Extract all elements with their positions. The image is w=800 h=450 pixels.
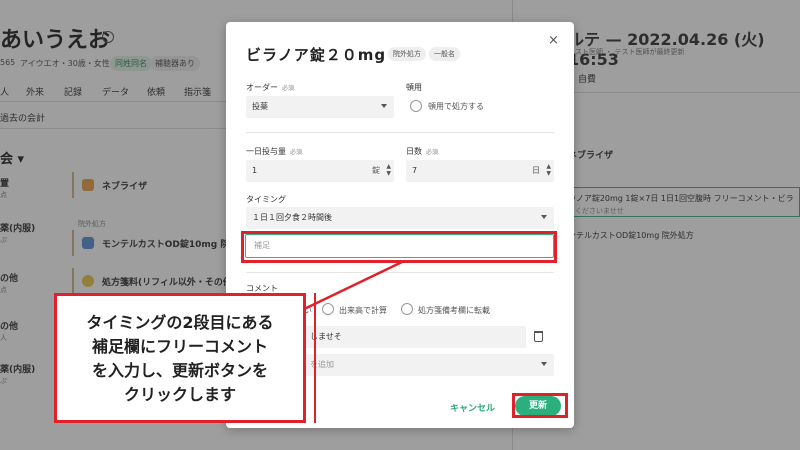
chevron-down-icon xyxy=(381,104,387,108)
prn-option-label: 頓用で処方する xyxy=(428,102,484,111)
instruction-callout: タイミングの2段目にある 補足欄にフリーコメント を入力し、更新ボタンを クリッ… xyxy=(54,293,306,423)
badge-generic: 一般名 xyxy=(429,47,460,61)
highlight-supplement xyxy=(241,231,557,263)
daily-dose-value: 1 xyxy=(252,166,258,175)
modal-title: ビラノア錠２０mg xyxy=(246,46,387,64)
prn-label: 頓用 xyxy=(406,83,422,92)
stepper-icon[interactable]: ▲ ▼ xyxy=(386,163,391,177)
calc-radio[interactable] xyxy=(322,303,334,315)
order-label-text: オーダー xyxy=(246,83,278,92)
prn-radio[interactable] xyxy=(410,100,422,112)
cancel-button[interactable]: キャンセル xyxy=(450,401,495,414)
badge-outpatient: 院外処方 xyxy=(388,47,426,61)
daily-dose-unit: 錠 xyxy=(372,166,380,175)
order-select[interactable]: 投薬 xyxy=(246,96,394,118)
timing-label: タイミング xyxy=(246,195,286,204)
order-label: オーダー 必須 xyxy=(246,82,294,93)
divider xyxy=(246,132,554,133)
transfer-radio[interactable] xyxy=(401,303,413,315)
required-mark: 必須 xyxy=(290,149,303,156)
stepper-icon[interactable]: ▲ ▼ xyxy=(546,163,551,177)
daily-dose-label-text: 一日投与量 xyxy=(246,147,286,156)
order-select-value: 投薬 xyxy=(252,102,268,111)
required-mark: 必須 xyxy=(282,85,295,92)
required-mark: 必須 xyxy=(426,149,439,156)
highlight-update xyxy=(512,393,568,418)
chevron-down-icon xyxy=(541,362,547,366)
daily-dose-input[interactable]: 1 錠 ▲ ▼ xyxy=(246,160,394,182)
transfer-option-label: 処方箋備考欄に転載 xyxy=(418,306,490,315)
days-unit: 日 xyxy=(532,166,540,175)
days-label: 日数 必須 xyxy=(406,146,438,157)
days-input[interactable]: 7 日 ▲ ▼ xyxy=(406,160,554,182)
divider xyxy=(246,272,554,273)
close-icon[interactable]: × xyxy=(548,33,559,48)
callout-divider xyxy=(314,293,316,423)
days-value: 7 xyxy=(412,166,418,175)
timing-select[interactable]: １日１回夕食２時間後 xyxy=(246,207,554,229)
days-label-text: 日数 xyxy=(406,147,422,156)
daily-dose-label: 一日投与量 必須 xyxy=(246,146,302,157)
trash-icon[interactable] xyxy=(534,331,543,342)
chevron-down-icon xyxy=(541,215,547,219)
timing-select-value: １日１回夕食２時間後 xyxy=(252,213,332,222)
calc-option-label: 出来高で計算 xyxy=(339,306,387,315)
